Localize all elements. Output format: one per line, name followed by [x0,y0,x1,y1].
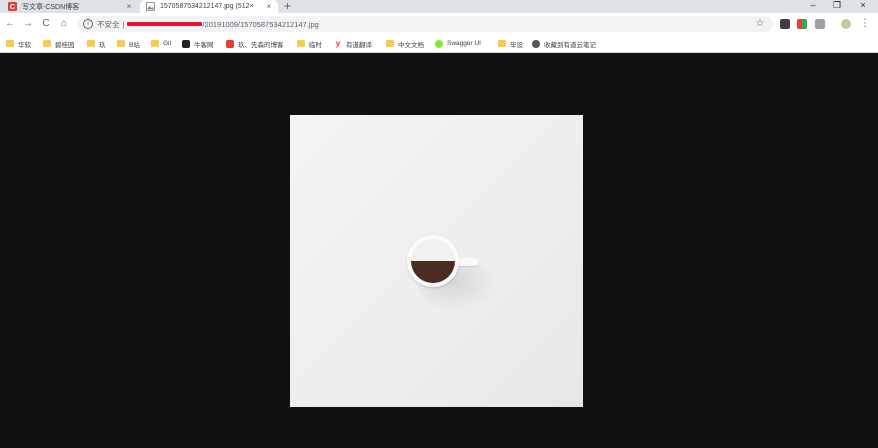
restore-button[interactable]: ❐ [826,0,848,13]
bookmark-item[interactable]: 牛客网 [182,39,214,49]
bookmark-item[interactable]: 玖 [87,39,106,49]
globe-icon [532,39,540,48]
folder-icon [117,40,125,47]
forward-button[interactable]: → [21,17,35,31]
tab-close-icon[interactable]: × [264,2,274,11]
profile-avatar[interactable] [841,19,851,29]
extension-icon[interactable] [797,19,807,29]
minimize-button[interactable]: – [802,0,824,13]
url-path: /20191009/1570587534212147.jpg [202,19,319,29]
tab-title: 1570587534212147.jpg (512× [160,3,254,10]
bookmark-item[interactable]: 碧桂园 [43,39,75,49]
bookmark-label: 毕设 [510,41,523,49]
browser-toolbar: ← → C ⌂ i 不安全 | /20191009/15705875342121… [0,13,878,35]
home-button[interactable]: ⌂ [57,17,71,31]
image-file-icon [146,2,155,11]
folder-icon [297,40,305,47]
folder-icon [151,40,159,47]
bookmark-item[interactable]: 临时 [297,39,322,49]
tab-title: 写文章-CSDN博客 [22,3,80,11]
displayed-image[interactable] [290,115,583,407]
bookmark-label: Git [163,40,172,47]
svg-text:C: C [10,2,15,11]
bookmark-label: 有道翻译 [346,41,372,49]
close-window-button[interactable]: × [852,0,874,13]
new-tab-button[interactable]: + [284,0,291,13]
bookmark-label: 牛客网 [194,41,214,49]
bookmark-label: 玖、先森的博客 [238,41,284,49]
bookmark-label: 中文文档 [398,41,424,49]
folder-icon [43,40,51,47]
bookmark-item[interactable]: Git [151,39,171,48]
bookmark-label: Swagger UI [447,40,481,47]
csdn-logo-icon: C [8,2,17,11]
tab-image[interactable]: 1570587534212147.jpg (512× × [140,0,278,13]
folder-icon [386,40,394,47]
back-button[interactable]: ← [3,17,17,31]
cup-inner [411,239,455,283]
bookmark-item[interactable]: 收藏到有道云笔记 [532,39,596,49]
bookmark-item[interactable]: Swagger UI [435,39,481,48]
url-separator: | [122,19,125,29]
tab-close-icon[interactable]: × [124,2,134,11]
csdn-logo-icon [226,39,234,48]
bookmark-item[interactable]: 华软 [6,39,31,49]
nowcoder-icon [182,39,190,48]
bookmark-item[interactable]: y 有道翻译 [334,38,372,49]
coffee-liquid [411,261,455,283]
folder-icon [87,40,95,47]
address-bar[interactable]: i 不安全 | /20191009/1570587534212147.jpg [77,16,773,32]
folder-icon [6,40,14,47]
bookmark-item[interactable]: 中文文档 [386,39,424,49]
bookmark-item[interactable]: B站 [117,39,140,49]
reload-button[interactable]: C [39,17,53,31]
bookmark-label: 玖 [99,41,106,49]
bookmark-item[interactable]: 毕设 [498,39,523,49]
security-label: 不安全 [97,19,120,29]
redacted-host [127,22,203,26]
bookmark-item[interactable]: 玖、先森的博客 [226,39,284,49]
bookmark-label: 碧桂园 [55,41,75,49]
tab-csdn[interactable]: C 写文章-CSDN博客 × [0,0,138,13]
menu-icon[interactable]: ⋮ [858,17,872,31]
folder-icon [498,40,506,47]
bookmark-star-icon[interactable]: ☆ [753,17,767,31]
bookmark-label: 临时 [309,41,322,49]
swagger-icon [435,39,443,48]
bookmarks-bar: 华软 碧桂园 玖 B站 Git 牛客网 玖、先森的博客 临时 y 有道翻译 中文文… [0,35,878,53]
extension-icon[interactable] [815,19,825,29]
bookmark-label: 华软 [18,41,31,49]
extension-icon[interactable] [780,19,790,29]
info-icon[interactable]: i [83,19,93,29]
coffee-cup [407,235,459,287]
bookmark-label: B站 [129,41,140,49]
youdao-icon: y [334,38,342,48]
bookmark-label: 收藏到有道云笔记 [544,41,596,49]
tab-strip: C 写文章-CSDN博客 × 1570587534212147.jpg (512… [0,0,878,13]
